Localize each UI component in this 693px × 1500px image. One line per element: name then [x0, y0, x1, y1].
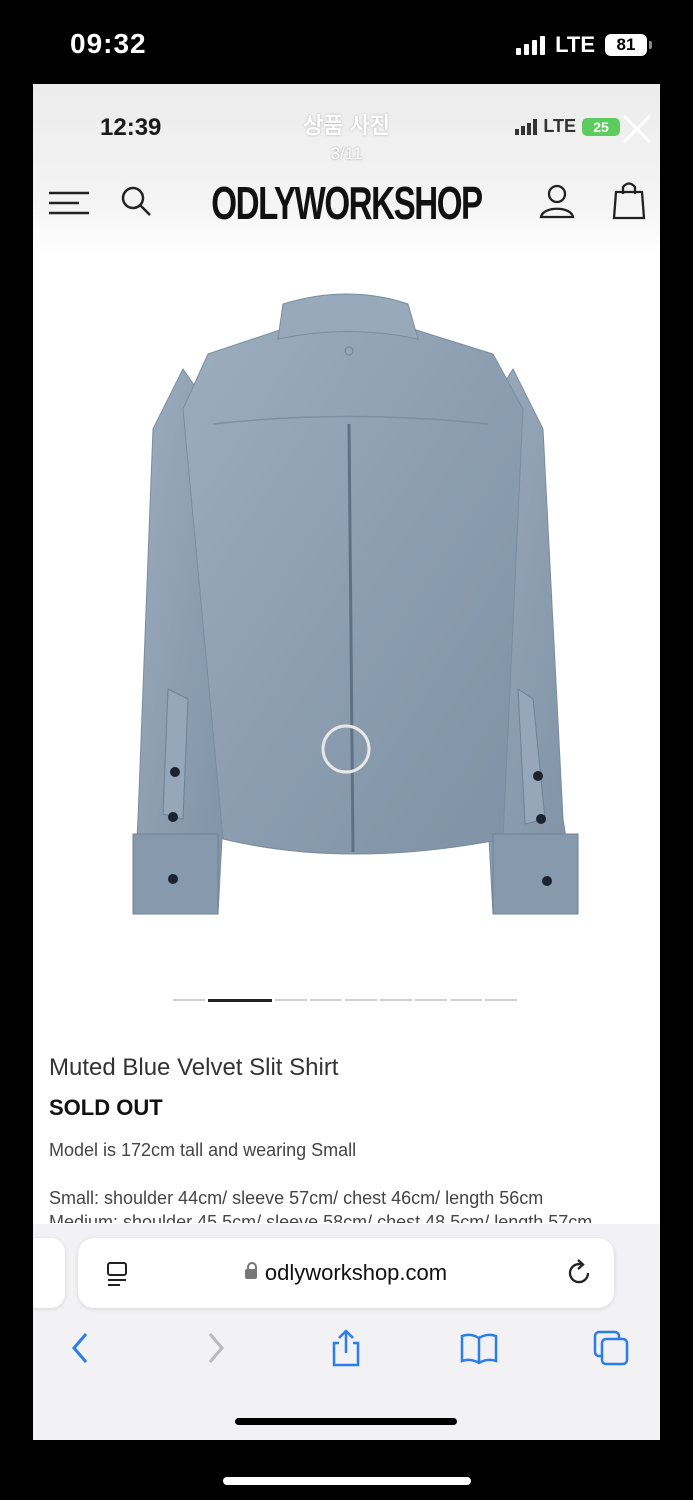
phone-screen: 12:39 상품 사진 3/11 LTE 25 ODLYWORKSHOP Mut… — [33, 84, 660, 1440]
gallery-dot[interactable] — [485, 999, 517, 1001]
viewer-counter: 3/11 — [330, 144, 363, 163]
inner-battery-icon: 25 — [582, 117, 620, 136]
browser-toolbar — [33, 1328, 660, 1378]
bookmarks-icon[interactable] — [459, 1328, 499, 1368]
outer-home-indicator[interactable] — [223, 1477, 471, 1485]
address-bar[interactable]: odlyworkshop.com — [78, 1238, 614, 1308]
size-small-info: Small: shoulder 44cm/ sleeve 57cm/ chest… — [49, 1188, 544, 1208]
forward-icon[interactable] — [195, 1328, 235, 1368]
model-info: Model is 172cm tall and wearing Small — [49, 1140, 357, 1160]
inner-home-indicator[interactable] — [235, 1418, 457, 1425]
outer-status-bar: 09:32 LTE 81 — [0, 0, 693, 84]
lock-icon — [244, 1262, 257, 1280]
gallery-dot-active[interactable] — [208, 999, 272, 1002]
battery-icon: 81 — [605, 34, 652, 56]
product-photo[interactable] — [33, 259, 660, 1019]
gallery-dot[interactable] — [450, 999, 482, 1001]
browser-chrome: odlyworkshop.com — [33, 1224, 660, 1440]
network-label: LTE — [555, 32, 595, 57]
url-display[interactable]: odlyworkshop.com — [78, 1260, 614, 1286]
inner-network-label: LTE — [543, 116, 576, 136]
close-icon[interactable] — [620, 112, 654, 146]
stock-status: SOLD OUT — [49, 1095, 163, 1120]
gallery-dot[interactable] — [415, 999, 447, 1001]
gallery-pagination — [173, 999, 517, 1002]
account-icon[interactable] — [538, 182, 576, 220]
gallery-dot[interactable] — [310, 999, 342, 1001]
previous-tab-preview[interactable] — [33, 1238, 65, 1308]
url-text: odlyworkshop.com — [264, 1260, 448, 1285]
gallery-dot[interactable] — [380, 999, 412, 1001]
shopping-bag-icon[interactable] — [611, 180, 647, 220]
product-name: Muted Blue Velvet Slit Shirt — [49, 1054, 339, 1081]
outer-clock: 09:32 — [70, 28, 147, 59]
gallery-dot[interactable] — [345, 999, 377, 1001]
back-icon[interactable] — [61, 1328, 101, 1368]
site-logo[interactable]: ODLYWORKSHOP — [121, 176, 572, 230]
reload-icon[interactable] — [564, 1258, 594, 1288]
tabs-icon[interactable] — [591, 1328, 631, 1368]
gallery-dot[interactable] — [173, 999, 205, 1001]
inner-status-indicators: LTE 25 — [515, 116, 620, 137]
site-header: ODLYWORKSHOP — [33, 168, 660, 240]
menu-icon[interactable] — [49, 190, 89, 216]
inner-signal-icon — [515, 118, 538, 135]
gallery-dot[interactable] — [275, 999, 307, 1001]
size-medium-info: Medium: shoulder 45.5cm/ sleeve 58cm/ ch… — [49, 1212, 593, 1223]
outer-status-indicators: LTE 81 — [516, 32, 652, 58]
share-icon[interactable] — [326, 1328, 366, 1368]
photo-viewer-header: 12:39 상품 사진 3/11 LTE 25 ODLYWORKSHOP — [33, 84, 660, 254]
signal-icon — [516, 35, 546, 55]
